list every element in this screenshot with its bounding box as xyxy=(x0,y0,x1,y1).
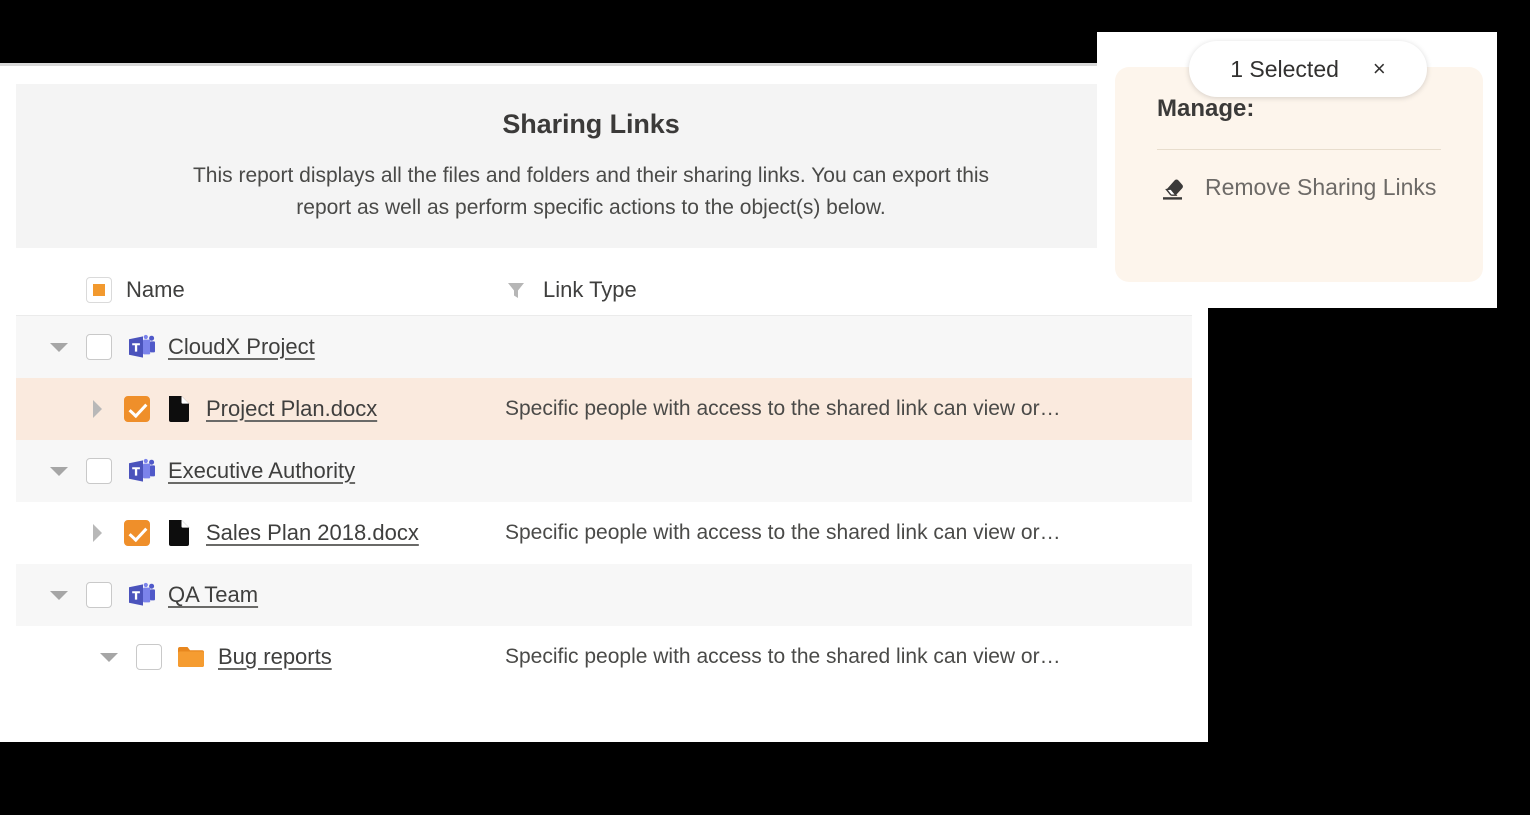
folder-icon xyxy=(176,642,206,672)
row-name-cell: Sales Plan 2018.docx xyxy=(16,518,505,548)
close-icon[interactable]: × xyxy=(1373,58,1386,80)
bulk-action-panel: Manage: Remove Sharing Links 1 Selected … xyxy=(1097,32,1497,308)
row-name-link[interactable]: QA Team xyxy=(168,582,258,608)
chevron-down-icon[interactable] xyxy=(46,342,72,352)
chevron-down-icon[interactable] xyxy=(96,652,122,662)
selected-count-label: 1 Selected xyxy=(1230,55,1339,82)
table-body: CloudX Project Project Plan.docx Specific … xyxy=(16,316,1192,688)
report-header: Sharing Links This report displays all t… xyxy=(16,84,1166,248)
column-header-name: Name xyxy=(86,276,505,303)
report-description: This report displays all the files and f… xyxy=(192,164,990,219)
row-name-cell: Executive Authority xyxy=(16,456,505,486)
row-name-link[interactable]: Bug reports xyxy=(218,644,332,670)
row-name-link[interactable]: Executive Authority xyxy=(168,458,355,484)
card-divider xyxy=(1157,149,1441,150)
row-checkbox[interactable] xyxy=(136,644,162,670)
chevron-down-icon[interactable] xyxy=(46,590,72,600)
row-name-cell: CloudX Project xyxy=(16,332,505,362)
screen-root: Sharing Links This report displays all t… xyxy=(0,0,1530,815)
filter-funnel-icon[interactable] xyxy=(505,279,527,301)
eraser-icon xyxy=(1157,175,1187,201)
row-name-cell: Bug reports xyxy=(16,642,505,672)
row-name-cell: Project Plan.docx xyxy=(16,394,505,424)
table-row[interactable]: Executive Authority xyxy=(16,440,1192,502)
row-name-cell: QA Team xyxy=(16,580,505,610)
row-link-type-cell: Specific people with access to the share… xyxy=(505,645,1061,668)
table-row[interactable]: Project Plan.docx Specific people with ac… xyxy=(16,378,1192,440)
column-header-link-type-label: Link Type xyxy=(543,276,637,302)
row-name-link[interactable]: Project Plan.docx xyxy=(206,396,377,422)
table-row[interactable]: Sales Plan 2018.docx Specific people with… xyxy=(16,502,1192,564)
microsoft-teams-icon xyxy=(126,332,156,362)
selection-pill: 1 Selected × xyxy=(1189,41,1427,97)
manage-heading: Manage: xyxy=(1157,95,1255,122)
chevron-right-icon[interactable] xyxy=(84,524,110,542)
remove-sharing-links-action[interactable]: Remove Sharing Links xyxy=(1157,174,1441,201)
row-link-type-cell: Specific people with access to the share… xyxy=(505,521,1061,544)
table-row[interactable]: Bug reports Specific people with access t… xyxy=(16,626,1192,688)
table-row[interactable]: QA Team xyxy=(16,564,1192,626)
select-all-checkbox[interactable] xyxy=(86,276,112,303)
backdrop-right xyxy=(1208,307,1530,815)
manage-card: Manage: Remove Sharing Links xyxy=(1115,67,1483,282)
row-checkbox[interactable] xyxy=(124,520,150,546)
row-checkbox[interactable] xyxy=(86,582,112,608)
document-file-icon xyxy=(164,394,194,424)
microsoft-teams-icon xyxy=(126,580,156,610)
row-checkbox[interactable] xyxy=(124,396,150,422)
sharing-links-report-panel: Sharing Links This report displays all t… xyxy=(0,68,1208,742)
sharing-links-table: Name Link Type CloudX Project Project Pla… xyxy=(16,264,1192,688)
column-header-link-type: Link Type xyxy=(505,277,637,303)
column-header-name-label: Name xyxy=(126,276,185,302)
table-header-row: Name Link Type xyxy=(16,264,1192,316)
chevron-right-icon[interactable] xyxy=(84,400,110,418)
remove-sharing-links-label: Remove Sharing Links xyxy=(1205,174,1437,200)
document-file-icon xyxy=(164,518,194,548)
page-title: Sharing Links xyxy=(502,109,680,139)
row-checkbox[interactable] xyxy=(86,334,112,360)
row-checkbox[interactable] xyxy=(86,458,112,484)
row-link-type-cell: Specific people with access to the share… xyxy=(505,397,1061,420)
row-name-link[interactable]: Sales Plan 2018.docx xyxy=(206,520,419,546)
row-name-link[interactable]: CloudX Project xyxy=(168,334,315,360)
microsoft-teams-icon xyxy=(126,456,156,486)
table-row[interactable]: CloudX Project xyxy=(16,316,1192,378)
chevron-down-icon[interactable] xyxy=(46,466,72,476)
